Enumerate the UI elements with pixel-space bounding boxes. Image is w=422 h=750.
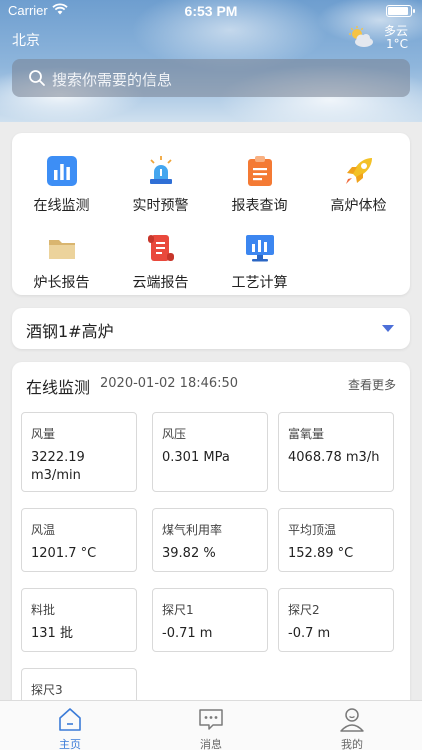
menu-item-furnace-checkup[interactable]: 高炉体检 <box>309 143 408 214</box>
metric-label: 煤气利用率 <box>162 523 223 537</box>
rocket-icon <box>343 155 375 187</box>
metric-tile[interactable]: 风压 0.301 MPa <box>152 412 268 492</box>
menu-label: 云端报告 <box>132 275 189 291</box>
metric-label: 风温 <box>31 523 56 537</box>
status-bar: Carrier 6:53 PM <box>0 0 422 22</box>
panel-timestamp: 2020-01-02 18:46:50 <box>100 376 239 391</box>
menu-label: 报表查询 <box>231 198 288 214</box>
search-input[interactable]: 搜索你需要的信息 <box>12 59 410 97</box>
message-icon <box>198 706 224 736</box>
search-placeholder: 搜索你需要的信息 <box>52 71 173 89</box>
tab-label: 主页 <box>59 738 81 750</box>
metric-value: 1201.7 °C <box>31 546 97 561</box>
tab-label: 我的 <box>341 738 363 750</box>
menu-item-cloud-report[interactable]: 云端报告 <box>111 220 210 291</box>
home-icon <box>57 706 83 736</box>
metric-label: 探尺1 <box>162 603 194 617</box>
menu-item-chief-report[interactable]: 炉长报告 <box>12 220 111 291</box>
furnace-name: 酒钢1#高炉 <box>26 322 114 341</box>
menu-label: 在线监测 <box>33 198 90 214</box>
scroll-icon <box>145 232 177 264</box>
metric-tile[interactable]: 料批 131 批 <box>21 588 137 652</box>
city-label[interactable]: 北京 <box>12 30 40 50</box>
partly-cloudy-icon <box>348 26 374 52</box>
metric-value: 152.89 °C <box>288 546 354 561</box>
menu-label: 工艺计算 <box>231 275 288 291</box>
metric-value: 4068.78 m3/h <box>288 450 380 465</box>
monitor-chart-icon <box>244 232 276 264</box>
metric-value: -0.71 m <box>162 626 213 641</box>
search-icon <box>28 69 46 91</box>
caret-down-icon[interactable] <box>382 325 394 332</box>
folder-icon <box>46 232 78 264</box>
metric-tile[interactable]: 风量 3222.19 m3/min <box>21 412 137 492</box>
clock: 6:53 PM <box>184 3 238 19</box>
metric-value: 3222.19 m3/min <box>31 450 85 483</box>
metric-value: 131 批 <box>31 626 73 641</box>
metric-tile[interactable]: 风温 1201.7 °C <box>21 508 137 572</box>
bar-chart-icon <box>46 155 78 187</box>
metric-label: 探尺3 <box>31 683 63 697</box>
alarm-light-icon <box>145 155 177 187</box>
furnace-selector[interactable]: 酒钢1#高炉 <box>12 308 410 349</box>
tab-label: 消息 <box>200 738 222 750</box>
metric-tile[interactable]: 探尺1 -0.71 m <box>152 588 268 652</box>
battery-icon <box>386 5 415 17</box>
metric-tile[interactable]: 煤气利用率 39.82 % <box>152 508 268 572</box>
user-icon <box>339 706 365 736</box>
metric-label: 富氧量 <box>288 427 325 441</box>
menu-item-process-calc[interactable]: 工艺计算 <box>210 220 309 291</box>
menu-label: 炉长报告 <box>33 275 90 291</box>
tab-messages[interactable]: 消息 <box>141 701 281 750</box>
menu-item-realtime-alert[interactable]: 实时预警 <box>111 143 210 214</box>
metric-tile[interactable]: 富氧量 4068.78 m3/h <box>278 412 394 492</box>
clipboard-icon <box>244 155 276 187</box>
menu-item-report-query[interactable]: 报表查询 <box>210 143 309 214</box>
menu-item-online-monitor[interactable]: 在线监测 <box>12 143 111 214</box>
metric-value: 39.82 % <box>162 546 216 561</box>
menu-label: 高炉体检 <box>330 198 387 214</box>
metric-label: 风压 <box>162 427 187 441</box>
function-menu: 在线监测 实时预警 报表查询 高炉体检 炉长报告 云端报告 工艺计算 <box>12 133 410 295</box>
view-more-link[interactable]: 查看更多 <box>348 376 396 393</box>
online-monitor-panel: 在线监测 2020-01-02 18:46:50 查看更多 风量 3222.19… <box>12 362 410 708</box>
metric-label: 探尺2 <box>288 603 320 617</box>
tab-bar: 主页 消息 我的 <box>0 700 422 750</box>
metric-value: 0.301 MPa <box>162 450 230 465</box>
weather-temperature: 1°C <box>385 37 408 51</box>
metric-tile[interactable]: 探尺2 -0.7 m <box>278 588 394 652</box>
metric-label: 平均顶温 <box>288 523 337 537</box>
metric-label: 料批 <box>31 603 56 617</box>
metric-value: -0.7 m <box>288 626 331 641</box>
metric-tile[interactable]: 平均顶温 152.89 °C <box>278 508 394 572</box>
tab-home[interactable]: 主页 <box>0 701 140 750</box>
menu-label: 实时预警 <box>132 198 189 214</box>
tab-profile[interactable]: 我的 <box>282 701 422 750</box>
weather-widget[interactable]: 多云 1°C <box>348 22 408 52</box>
metric-label: 风量 <box>31 427 56 441</box>
panel-title: 在线监测 <box>26 378 91 397</box>
